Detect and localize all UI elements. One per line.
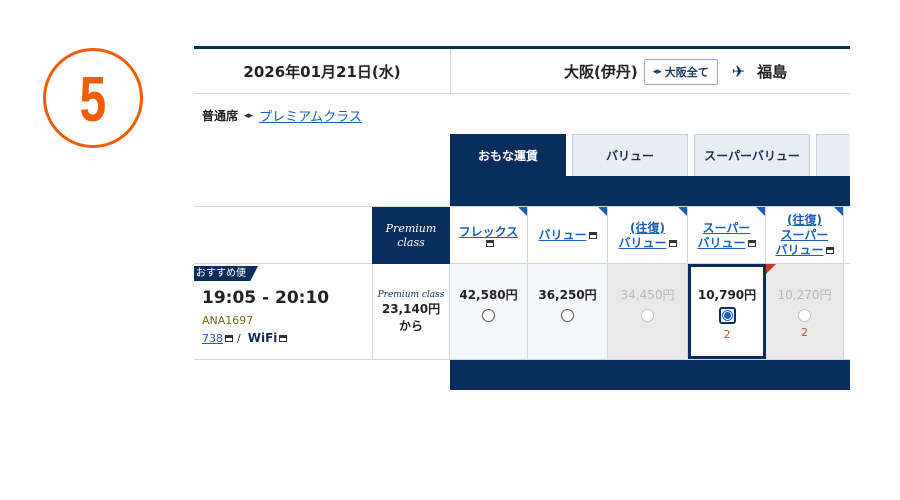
recommended-badge: おすすめ便 [194,266,258,281]
tab-value[interactable]: バリュー [572,134,688,176]
flight-number: ANA1697 [202,314,254,327]
premium-header-line1: Premium [385,221,437,235]
fare-radio [641,309,654,322]
origin-toggle-label: 大阪全て [664,65,709,79]
document-icon [588,232,597,239]
corner-marker [598,207,607,216]
fare-cell-super-value[interactable]: 10,790円 2 [688,264,766,359]
swap-arrows-icon: ◂▸ [244,110,254,121]
search-summary-bar: 2026年01月21日(水) 大阪(伊丹) ◂▸ 大阪全て ✈ 福島 [194,46,850,94]
current-class: 普通席 [202,109,239,123]
fare-price: 42,580円 [459,288,518,302]
fare-cell-round-super-value: 10,270円 2 [766,264,844,359]
airplane-icon: ✈ [731,62,746,81]
fare-header-label: スーパー [780,228,829,242]
fare-cell-flex[interactable]: 42,580円 [450,264,528,359]
fare-header-row: Premium class フレックス バリュー (往復) バリュー スーパー … [194,206,850,264]
premium-header-line2: class [397,235,425,249]
fare-header-super-value[interactable]: スーパー バリュー [688,207,766,264]
flight-equipment: 738 / WiFi [202,331,288,345]
fare-radio [798,309,811,322]
fare-header-label: バリュー [538,228,597,243]
cabin-class-switch: 普通席 ◂▸ プレミアムクラス [202,106,362,125]
aircraft-link[interactable]: 738 [202,332,223,345]
tab-other[interactable]: その [816,134,850,176]
separator: / [237,331,241,345]
fare-header-flex[interactable]: フレックス [450,207,528,264]
route-info: 大阪(伊丹) ◂▸ 大阪全て ✈ 福島 [452,49,850,94]
fare-header-label: バリュー [618,236,677,251]
flight-row: おすすめ便 19:05 - 20:10 ANA1697 738 / WiFi P… [194,264,850,360]
corner-marker [678,207,687,216]
fare-header-label: フレックス [458,224,519,239]
footer-bar [450,360,850,390]
flight-time: 19:05 - 20:10 [202,288,330,308]
fare-price: 36,250円 [538,288,597,302]
departure-date: 2026年01月21日(水) [194,49,451,94]
origin-airport: 大阪(伊丹) [564,63,638,81]
document-icon [668,239,677,247]
fare-tabs: おもな運賃 バリュー スーパーバリュー その [450,134,850,176]
origin-toggle-button[interactable]: ◂▸ 大阪全て [643,58,718,85]
fare-header-value[interactable]: バリュー [528,207,608,264]
document-icon [225,334,233,342]
corner-marker [834,207,843,216]
fare-header-label: バリュー [775,243,834,258]
seats-remaining: 2 [723,328,731,341]
fare-cell-round-value: 34,450円 [608,264,688,359]
tab-main-fares[interactable]: おもな運賃 [450,134,566,176]
premium-price: 23,140円 [381,302,441,317]
premium-class-price[interactable]: Premium class 23,140円 から [372,264,450,359]
fare-cell-value[interactable]: 36,250円 [528,264,608,359]
document-icon [747,239,756,247]
document-icon [279,334,288,342]
seats-remaining: 2 [801,326,808,339]
fare-header-label: スーパー [702,220,751,235]
fare-header-round-super-value[interactable]: (往復) スーパー バリュー [766,207,844,264]
corner-marker [518,207,527,216]
premium-class-header: Premium class [372,207,450,264]
document-icon [825,247,834,254]
swap-arrows-icon: ◂▸ [652,66,662,77]
premium-class-link[interactable]: プレミアムクラス [259,106,362,125]
fare-price: 10,270円 [777,288,832,302]
fare-header-label: バリュー [697,236,756,251]
step-number-badge: 5 [43,48,143,148]
destination-airport: 福島 [757,63,788,81]
red-corner-marker [766,264,776,274]
premium-class-label: Premium class [377,290,445,301]
tab-underline-bar [450,176,850,206]
fare-radio[interactable] [561,309,574,322]
fare-header-label: (往復) [630,220,665,235]
fare-price: 10,790円 [697,288,757,302]
fare-radio[interactable] [482,309,495,322]
tab-super-value[interactable]: スーパーバリュー [694,134,810,176]
corner-marker [756,207,765,216]
fare-radio-selected[interactable] [718,307,736,324]
step-number: 5 [79,63,107,135]
fare-header-round-value[interactable]: (往復) バリュー [608,207,688,264]
fare-price: 34,450円 [620,288,675,302]
fare-header-label: (往復) [787,213,822,227]
premium-price-suffix: から [398,318,423,333]
document-icon [485,239,494,247]
flight-search-panel: 2026年01月21日(水) 大阪(伊丹) ◂▸ 大阪全て ✈ 福島 普通席 ◂… [194,46,850,392]
wifi-icon: WiFi [247,331,278,345]
